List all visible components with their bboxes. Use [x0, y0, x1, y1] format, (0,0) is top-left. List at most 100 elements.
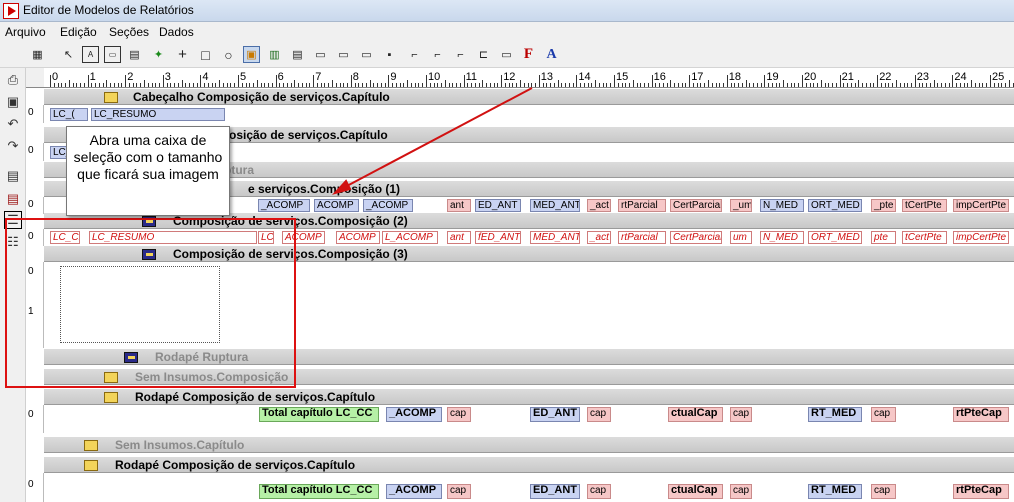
report-field[interactable]: LC [258, 231, 274, 244]
grid-icon[interactable]: ▦ [29, 46, 46, 63]
report-field[interactable]: cap [587, 407, 611, 422]
band-composicao-3[interactable]: Composição de serviços.Composição (3) [44, 245, 1014, 262]
report-field[interactable]: ctualCap [668, 484, 723, 499]
report-field[interactable]: rtParcial [618, 199, 666, 212]
field-icon[interactable]: ▭ [104, 46, 121, 63]
report-field[interactable]: L_ACOMP [382, 231, 438, 244]
report-field[interactable]: _ACOMP [258, 199, 310, 212]
report-field[interactable]: cap [730, 484, 752, 499]
dots-icon[interactable]: ▪ [381, 46, 398, 63]
report-field[interactable]: ant [447, 231, 471, 244]
report-field[interactable]: MED_ANT [530, 199, 580, 212]
report-field[interactable]: fED_ANT [475, 231, 521, 244]
ruler-tick [926, 83, 928, 87]
report-field[interactable]: impCertPte [953, 199, 1009, 212]
report-field[interactable]: CertParcial [670, 199, 722, 212]
report-field[interactable]: CertParcial [670, 231, 722, 244]
report-field[interactable]: ED_ANT [530, 407, 580, 422]
report-field[interactable]: _ACOMP [363, 199, 413, 212]
report-field[interactable]: LC_RESUMO [89, 231, 257, 244]
font-icon[interactable]: A [543, 46, 560, 63]
report-field[interactable]: _um [730, 199, 752, 212]
report-field[interactable]: _pte [871, 199, 896, 212]
report-field[interactable]: ACOMP [282, 231, 325, 244]
form-icon[interactable]: ▤ [126, 46, 143, 63]
rectangle-icon[interactable]: □ [197, 46, 214, 63]
report-field[interactable]: impCertPte [953, 231, 1009, 244]
report-field[interactable]: tCertPte [902, 231, 947, 244]
report-field[interactable]: um [730, 231, 752, 244]
frame5-icon[interactable]: ▭ [498, 46, 515, 63]
report-field[interactable]: ORT_MED [808, 199, 862, 212]
report-field[interactable]: N_MED [760, 231, 804, 244]
report-field[interactable]: _act [587, 199, 611, 212]
band-cabecalho[interactable]: Cabeçalho Composição de serviços.Capítul… [44, 88, 1014, 105]
report-field[interactable]: cap [587, 484, 611, 499]
report-field[interactable]: cap [447, 407, 471, 422]
report-field[interactable]: tCertPte [902, 199, 947, 212]
menu-arquivo[interactable]: Arquivo [5, 25, 46, 39]
band-rodape-ruptura[interactable]: Rodapé Ruptura [44, 348, 1014, 365]
link-icon[interactable]: ✦ [150, 46, 167, 63]
box-icon[interactable]: ▭ [312, 46, 329, 63]
undo-icon[interactable]: ↶ [4, 115, 22, 133]
report-field[interactable]: cap [447, 484, 471, 499]
menu-secoes[interactable]: Seções [109, 25, 149, 39]
report-field[interactable]: pte [871, 231, 896, 244]
band-icon[interactable]: ▤ [4, 190, 22, 208]
memo-icon[interactable]: ▤ [289, 46, 306, 63]
cross-icon[interactable]: + [174, 46, 191, 63]
report-field[interactable]: _act [587, 231, 611, 244]
pointer-icon[interactable]: ↖ [60, 46, 77, 63]
report-field[interactable]: RT_MED [808, 407, 862, 422]
section2-icon[interactable]: ☷ [4, 233, 22, 251]
frame2-icon[interactable]: ⌐ [429, 46, 446, 63]
report-field[interactable]: cap [730, 407, 752, 422]
section-icon[interactable]: ☰ [4, 211, 22, 229]
report-field[interactable]: ORT_MED [808, 231, 862, 244]
image-icon[interactable]: ▣ [243, 46, 260, 63]
report-field[interactable]: ACOMP [314, 199, 359, 212]
report-field[interactable]: ED_ANT [475, 199, 521, 212]
menu-edicao[interactable]: Edição [60, 25, 97, 39]
band-rodape-capitulo-2[interactable]: Rodapé Composição de serviços.Capítulo [44, 456, 1014, 473]
band-rodape-capitulo[interactable]: Rodapé Composição de serviços.Capítulo [44, 388, 1014, 405]
label-icon[interactable]: A [82, 46, 99, 63]
image-selection-box[interactable] [60, 266, 220, 343]
print-icon[interactable]: ⎙ [4, 71, 22, 89]
save-icon[interactable]: ▣ [4, 93, 22, 111]
font-color-icon[interactable]: F [520, 46, 537, 63]
chart-icon[interactable]: ▥ [266, 46, 283, 63]
box3-icon[interactable]: ▭ [358, 46, 375, 63]
circle-icon[interactable]: ○ [220, 46, 237, 63]
box2-icon[interactable]: ▭ [335, 46, 352, 63]
report-field[interactable]: Total capítulo LC_CC [259, 484, 379, 499]
report-field[interactable]: _ACOMP [386, 484, 442, 499]
report-field[interactable]: Total capítulo LC_CC [259, 407, 379, 422]
report-field[interactable]: rtPteCap [953, 484, 1009, 499]
report-field[interactable]: rtParcial [618, 231, 666, 244]
frame3-icon[interactable]: ⌐ [452, 46, 469, 63]
report-field[interactable]: ACOMP [336, 231, 380, 244]
band-sem-insumos-capitulo[interactable]: Sem Insumos.Capítulo [44, 436, 1014, 453]
report-field[interactable]: _ACOMP [386, 407, 442, 422]
report-field[interactable]: RT_MED [808, 484, 862, 499]
report-field[interactable]: LC_( [50, 108, 88, 121]
report-field[interactable]: ED_ANT [530, 484, 580, 499]
band-sem-insumos-composicao[interactable]: Sem Insumos.Composição [44, 368, 1014, 385]
report-field[interactable]: rtPteCap [953, 407, 1009, 422]
report-field[interactable]: ant [447, 199, 471, 212]
report-field[interactable]: N_MED [760, 199, 804, 212]
report-field[interactable]: cap [871, 407, 896, 422]
menu-dados[interactable]: Dados [159, 25, 194, 39]
report-field[interactable]: LC_Ci [50, 231, 80, 244]
ruler-tick [674, 83, 676, 87]
frame1-icon[interactable]: ⌐ [406, 46, 423, 63]
page-icon[interactable]: ▤ [4, 167, 22, 185]
report-field[interactable]: LC_RESUMO [91, 108, 225, 121]
report-field[interactable]: cap [871, 484, 896, 499]
frame4-icon[interactable]: ⊏ [475, 46, 492, 63]
redo-icon[interactable]: ↷ [4, 137, 22, 155]
report-field[interactable]: MED_ANT [530, 231, 580, 244]
report-field[interactable]: ctualCap [668, 407, 723, 422]
